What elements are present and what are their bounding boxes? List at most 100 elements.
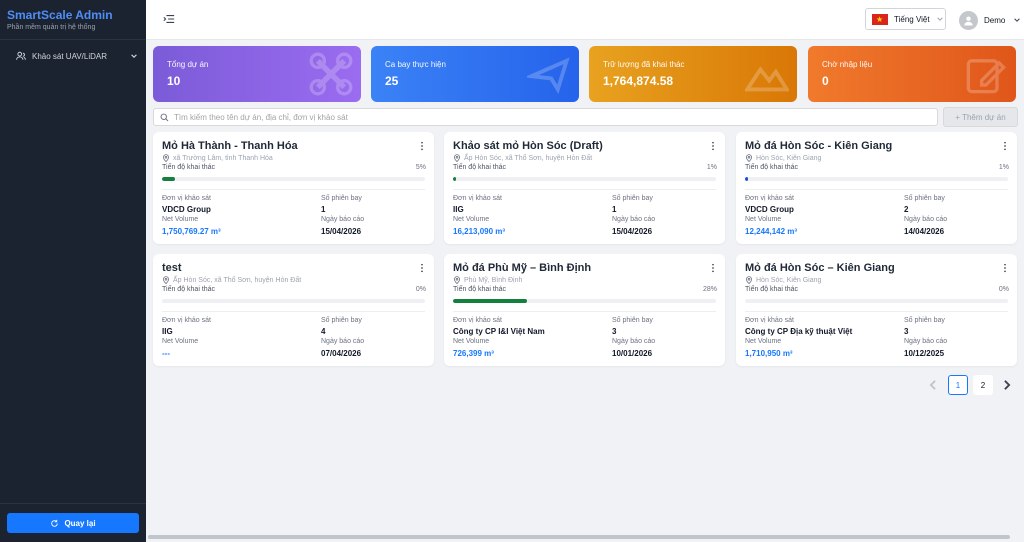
unit-value: IIG [453, 205, 464, 214]
chevron-down-icon [936, 17, 943, 21]
address-text: Ấp Hòn Sóc, xã Thổ Sơn, huyện Hòn Đất [464, 154, 593, 162]
project-title[interactable]: Mỏ đá Hòn Sóc – Kiên Giang [745, 262, 895, 274]
project-title[interactable]: Mỏ Hà Thành - Thanh Hóa [162, 140, 298, 152]
address-text: xã Trường Lâm, tỉnh Thanh Hóa [173, 154, 273, 162]
more-vertical-icon[interactable] [418, 263, 426, 273]
project-card[interactable]: Mỏ Hà Thành - Thanh Hóa xã Trường Lâm, t… [153, 132, 434, 244]
net-volume-value: 16,213,090 m³ [453, 227, 506, 236]
divider [745, 311, 1008, 312]
report-date-value: 14/04/2026 [904, 227, 945, 236]
flights-value: 3 [904, 327, 909, 336]
report-date-label: Ngày báo cáo [612, 216, 656, 223]
menu-fold-icon[interactable] [163, 13, 175, 25]
flights-value: 1 [321, 205, 326, 214]
flights-label: Số phiên bay [904, 195, 945, 202]
app-title: SmartScale Admin [7, 8, 113, 22]
project-title[interactable]: test [162, 262, 182, 274]
progress-percent: 28% [702, 286, 717, 293]
language-select[interactable]: ★ Tiếng Việt [865, 8, 946, 30]
net-volume-label: Net Volume [745, 216, 782, 223]
report-date-value: 10/01/2026 [612, 349, 653, 358]
project-address: Hòn Sóc, Kiên Giang [745, 276, 821, 284]
project-card[interactable]: Khảo sát mỏ Hòn Sóc (Draft) Ấp Hòn Sóc, … [444, 132, 725, 244]
unit-value: VDCD Group [162, 205, 211, 214]
progress-percent: 1% [998, 164, 1009, 171]
stat-card-flights: Ca bay thực hiện 25 [371, 46, 579, 102]
progress-fill [162, 177, 176, 181]
address-text: Phù Mỹ, Bình Định [464, 276, 523, 284]
progress-label: Tiến độ khai thác [162, 286, 216, 293]
horizontal-scrollbar[interactable] [148, 535, 1010, 539]
location-pin-icon [454, 276, 460, 284]
net-volume-label: Net Volume [453, 338, 490, 345]
stat-card-pending: Chờ nhập liệu 0 [808, 46, 1016, 102]
progress-label: Tiến độ khai thác [453, 286, 507, 293]
top-header: ★ Tiếng Việt Demo [146, 0, 1024, 40]
app-subtitle: Phần mềm quản trị hệ thống [7, 24, 96, 31]
unit-label: Đơn vị khảo sát [162, 317, 211, 324]
more-vertical-icon[interactable] [709, 263, 717, 273]
project-title[interactable]: Mỏ đá Phù Mỹ – Bình Định [453, 262, 591, 274]
search-box[interactable] [153, 108, 938, 126]
unit-label: Đơn vị khảo sát [162, 195, 211, 202]
flights-value: 3 [612, 327, 617, 336]
progress-label: Tiến độ khai thác [745, 286, 799, 293]
progress-percent: 0% [998, 286, 1009, 293]
divider [0, 503, 146, 504]
report-date-value: 15/04/2026 [321, 227, 362, 236]
report-date-value: 15/04/2026 [612, 227, 653, 236]
project-title[interactable]: Mỏ đá Hòn Sóc - Kiên Giang [745, 140, 892, 152]
project-card[interactable]: test Ấp Hòn Sóc, xã Thổ Sơn, huyện Hòn Đ… [153, 254, 434, 366]
project-card[interactable]: Mỏ đá Hòn Sóc - Kiên Giang Hòn Sóc, Kiên… [736, 132, 1017, 244]
project-card[interactable]: Mỏ đá Phù Mỹ – Bình Định Phù Mỹ, Bình Đị… [444, 254, 725, 366]
progress-fill [745, 177, 749, 181]
prev-page-icon[interactable] [926, 377, 940, 393]
report-date-label: Ngày báo cáo [321, 338, 365, 345]
location-pin-icon [163, 276, 169, 284]
project-address: Phù Mỹ, Bình Định [453, 276, 522, 284]
page-1-button[interactable]: 1 [948, 375, 968, 395]
more-vertical-icon[interactable] [418, 141, 426, 151]
unit-value: Công ty CP Địa kỹ thuật Việt [745, 327, 853, 336]
flights-label: Số phiên bay [321, 195, 362, 202]
net-volume-value: --- [162, 349, 170, 358]
location-pin-icon [454, 154, 460, 162]
unit-label: Đơn vị khảo sát [745, 195, 794, 202]
progress-label: Tiến độ khai thác [745, 164, 799, 171]
net-volume-label: Net Volume [162, 338, 199, 345]
unit-label: Đơn vị khảo sát [745, 317, 794, 324]
search-input[interactable] [174, 112, 874, 122]
brand: SmartScale Admin Phần mềm quản trị hệ th… [0, 0, 146, 40]
progress-bar [162, 299, 425, 303]
flights-label: Số phiên bay [612, 317, 653, 324]
back-button[interactable]: Quay lại [7, 513, 139, 533]
project-card[interactable]: Mỏ đá Hòn Sóc – Kiên Giang Hòn Sóc, Kiên… [736, 254, 1017, 366]
divider [745, 189, 1008, 190]
flights-label: Số phiên bay [321, 317, 362, 324]
more-vertical-icon[interactable] [709, 141, 717, 151]
more-vertical-icon[interactable] [1001, 141, 1009, 151]
back-label: Quay lại [64, 518, 96, 528]
add-project-button[interactable]: + Thêm dự án [943, 107, 1018, 127]
back-icon [51, 519, 59, 527]
project-title[interactable]: Khảo sát mỏ Hòn Sóc (Draft) [453, 140, 603, 152]
progress-percent: 5% [415, 164, 426, 171]
progress-fill [453, 177, 457, 181]
progress-bar [162, 177, 425, 181]
next-page-icon[interactable] [1000, 377, 1014, 393]
progress-percent: 1% [706, 164, 717, 171]
user-menu[interactable]: Demo [959, 10, 1021, 30]
progress-bar [745, 177, 1008, 181]
sidebar-item-uav-lidar[interactable]: Khảo sát UAV/LiDAR [0, 42, 146, 70]
page-2-button[interactable]: 2 [973, 375, 993, 395]
avatar [959, 10, 978, 30]
location-pin-icon [746, 276, 752, 284]
net-volume-label: Net Volume [453, 216, 490, 223]
more-vertical-icon[interactable] [1001, 263, 1009, 273]
flights-label: Số phiên bay [612, 195, 653, 202]
net-volume-value: 12,244,142 m³ [745, 227, 798, 236]
unit-value: VDCD Group [745, 205, 794, 214]
report-date-label: Ngày báo cáo [612, 338, 656, 345]
progress-percent: 0% [415, 286, 426, 293]
progress-fill [453, 299, 527, 303]
